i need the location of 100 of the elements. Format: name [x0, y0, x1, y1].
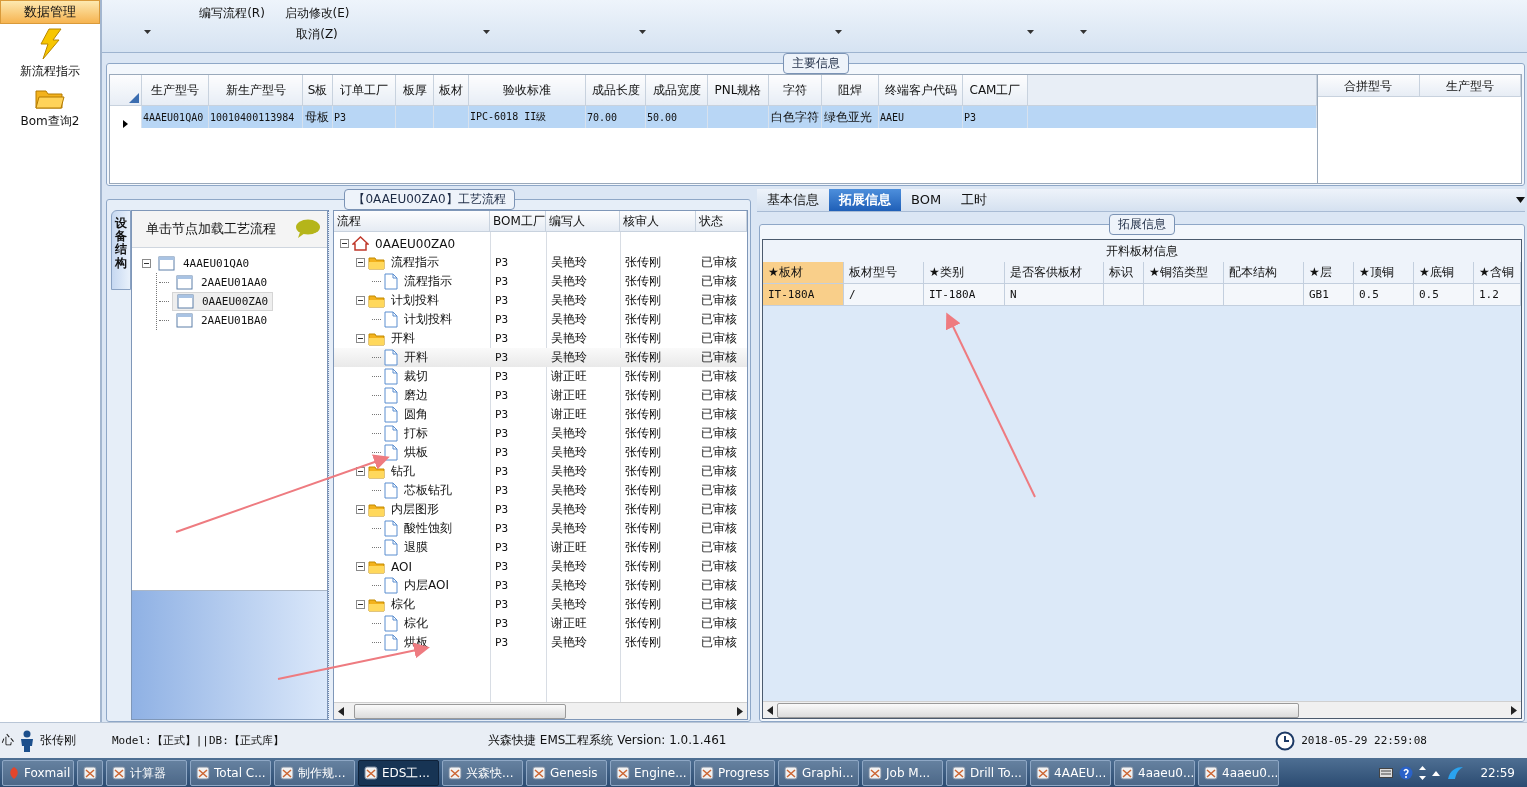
column-header[interactable]: 字符	[768, 75, 822, 106]
column-header[interactable]: 阻焊	[821, 75, 879, 106]
collapse-icon[interactable]	[356, 562, 365, 571]
sidebar-item[interactable]: Bom查询2	[0, 82, 100, 132]
tree-item[interactable]: 2AAEU01BA0	[172, 312, 272, 329]
collapse-icon[interactable]	[356, 505, 365, 514]
scroll-right-icon[interactable]	[737, 706, 743, 716]
taskbar-item[interactable]: Foxmail	[2, 760, 74, 786]
table-row[interactable]: 4AAEU01QA0 10010400113984 母板 P3 IPC-6018 II级 70.00 50.00 白色字符 绿色亚光 AAEU P3	[110, 105, 1317, 128]
column-header[interactable]: BOM工厂	[490, 211, 546, 231]
column-header[interactable]: ★类别	[924, 262, 1005, 284]
tree-item[interactable]: 2AAEU01AA0	[172, 274, 272, 291]
taskbar-item[interactable]: Genesis	[526, 760, 607, 786]
tree-row[interactable]: 计划投料 P3 吴艳玲 张传刚 已审核	[334, 291, 747, 310]
collapse-icon[interactable]	[340, 239, 349, 248]
taskbar-item[interactable]: Drill To...	[946, 760, 1027, 786]
column-header[interactable]: 成品长度	[585, 75, 646, 106]
collapse-icon[interactable]	[356, 258, 365, 267]
caret-icon[interactable]	[143, 30, 151, 34]
tree-row[interactable]: 0AAEU00ZA0	[334, 234, 747, 253]
tab[interactable]: 工时	[951, 189, 998, 211]
column-header[interactable]: 板材型号	[844, 262, 924, 284]
column-header[interactable]: 合拼型号	[1318, 75, 1420, 97]
tree-row[interactable]: 退膜 P3 谢正旺 张传刚 已审核	[334, 538, 747, 557]
tree-row[interactable]: 芯板钻孔 P3 吴艳玲 张传刚 已审核	[334, 481, 747, 500]
caret-icon[interactable]	[638, 30, 646, 34]
sidebar-header[interactable]: 数据管理	[0, 0, 100, 24]
tree-row[interactable]: AOI P3 吴艳玲 张传刚 已审核	[334, 557, 747, 576]
column-header[interactable]: ★顶铜	[1354, 262, 1414, 284]
caret-icon[interactable]	[1026, 30, 1034, 34]
caret-icon[interactable]	[834, 30, 842, 34]
horizontal-scrollbar[interactable]	[763, 701, 1521, 718]
tree-row[interactable]: 内层AOI P3 吴艳玲 张传刚 已审核	[334, 576, 747, 595]
column-header[interactable]: 生产型号	[1419, 75, 1521, 97]
column-header[interactable]: 生产型号	[141, 75, 209, 106]
column-header[interactable]: 是否客供板材	[1005, 262, 1104, 284]
column-header[interactable]: 配本结构	[1224, 262, 1304, 284]
column-header[interactable]: 终端客户代码	[878, 75, 963, 106]
taskbar-item[interactable]: 4AAEU...	[1030, 760, 1111, 786]
toolbar-button[interactable]: 编写流程(R)	[197, 4, 267, 23]
taskbar-item[interactable]: 兴森快...	[442, 760, 523, 786]
tree-row[interactable]: 烘板 P3 吴艳玲 张传刚 已审核	[334, 443, 747, 462]
taskbar-clock[interactable]: 22:59	[1480, 766, 1515, 780]
column-header[interactable]: ★底铜	[1414, 262, 1474, 284]
taskbar-item[interactable]	[77, 760, 103, 786]
collapse-icon[interactable]	[356, 296, 365, 305]
scroll-thumb[interactable]	[354, 704, 566, 719]
column-header[interactable]: 状态	[696, 211, 747, 231]
caret-icon[interactable]	[1079, 30, 1087, 34]
tab[interactable]: BOM	[901, 189, 952, 211]
column-header[interactable]: 流程	[334, 211, 490, 231]
collapse-icon[interactable]	[356, 334, 365, 343]
tree-row[interactable]: 棕化 P3 吴艳玲 张传刚 已审核	[334, 595, 747, 614]
column-header[interactable]: ★层	[1304, 262, 1354, 284]
tree-row[interactable]: 开料 P3 吴艳玲 张传刚 已审核	[334, 329, 747, 348]
dropdown-arrow-icon[interactable]	[1516, 197, 1525, 203]
toolbar-button[interactable]: 启动修改(E)	[282, 4, 352, 23]
column-header[interactable]: 核审人	[620, 211, 696, 231]
column-header[interactable]: PNL规格	[707, 75, 769, 106]
column-header[interactable]: ★含铜	[1474, 262, 1521, 284]
tree-row[interactable]: 内层图形 P3 吴艳玲 张传刚 已审核	[334, 500, 747, 519]
column-header[interactable]: ★板材	[763, 262, 844, 284]
taskbar-item[interactable]: 计算器	[106, 760, 187, 786]
tree-row[interactable]: 裁切 P3 谢正旺 张传刚 已审核	[334, 367, 747, 386]
taskbar-item[interactable]: Total C...	[190, 760, 271, 786]
scroll-arrows-icon[interactable]	[1419, 766, 1427, 780]
column-header[interactable]: 编写人	[546, 211, 620, 231]
sidebar-item[interactable]: 新流程指示	[0, 24, 100, 82]
tree-row[interactable]: 开料 P3 吴艳玲 张传刚 已审核	[334, 348, 747, 367]
taskbar-item[interactable]: EDS工...	[358, 760, 439, 786]
help-icon[interactable]	[1399, 766, 1414, 780]
tree-item[interactable]: 0AAEU00ZA0	[172, 292, 274, 311]
feather-icon[interactable]	[1446, 766, 1465, 780]
tree-row[interactable]: 计划投料 P3 吴艳玲 张传刚 已审核	[334, 310, 747, 329]
keyboard-icon[interactable]	[1379, 768, 1394, 778]
taskbar-item[interactable]: 4aaeu0...	[1198, 760, 1279, 786]
toolbar-button[interactable]: 取消(Z)	[294, 25, 340, 44]
show-hidden-icon[interactable]	[1432, 770, 1441, 776]
tab[interactable]: 拓展信息	[829, 189, 901, 211]
tree-item[interactable]: 4AAEU01QA0	[154, 255, 254, 272]
tab[interactable]: 基本信息	[757, 189, 829, 211]
scroll-left-icon[interactable]	[767, 705, 773, 715]
tree-row[interactable]: 圆角 P3 谢正旺 张传刚 已审核	[334, 405, 747, 424]
column-header[interactable]: 新生产型号	[208, 75, 303, 106]
column-header[interactable]: ★铜箔类型	[1144, 262, 1224, 284]
taskbar-item[interactable]: Graphi...	[778, 760, 859, 786]
collapse-icon[interactable]	[142, 259, 151, 268]
tree-row[interactable]: 酸性蚀刻 P3 吴艳玲 张传刚 已审核	[334, 519, 747, 538]
column-header[interactable]: 订单工厂	[332, 75, 396, 106]
side-tab[interactable]: 设备结构	[111, 210, 131, 290]
column-header[interactable]: 成品宽度	[645, 75, 708, 106]
column-header[interactable]: 标识	[1104, 262, 1144, 284]
collapse-icon[interactable]	[356, 600, 365, 609]
scroll-left-icon[interactable]	[338, 706, 344, 716]
column-header[interactable]: S板	[302, 75, 333, 106]
tree-row[interactable]: 棕化 P3 谢正旺 张传刚 已审核	[334, 614, 747, 633]
tree-row[interactable]: 流程指示 P3 吴艳玲 张传刚 已审核	[334, 253, 747, 272]
column-header[interactable]: CAM工厂	[962, 75, 1028, 106]
horizontal-scrollbar[interactable]	[334, 702, 747, 719]
taskbar-item[interactable]: Job M...	[862, 760, 943, 786]
